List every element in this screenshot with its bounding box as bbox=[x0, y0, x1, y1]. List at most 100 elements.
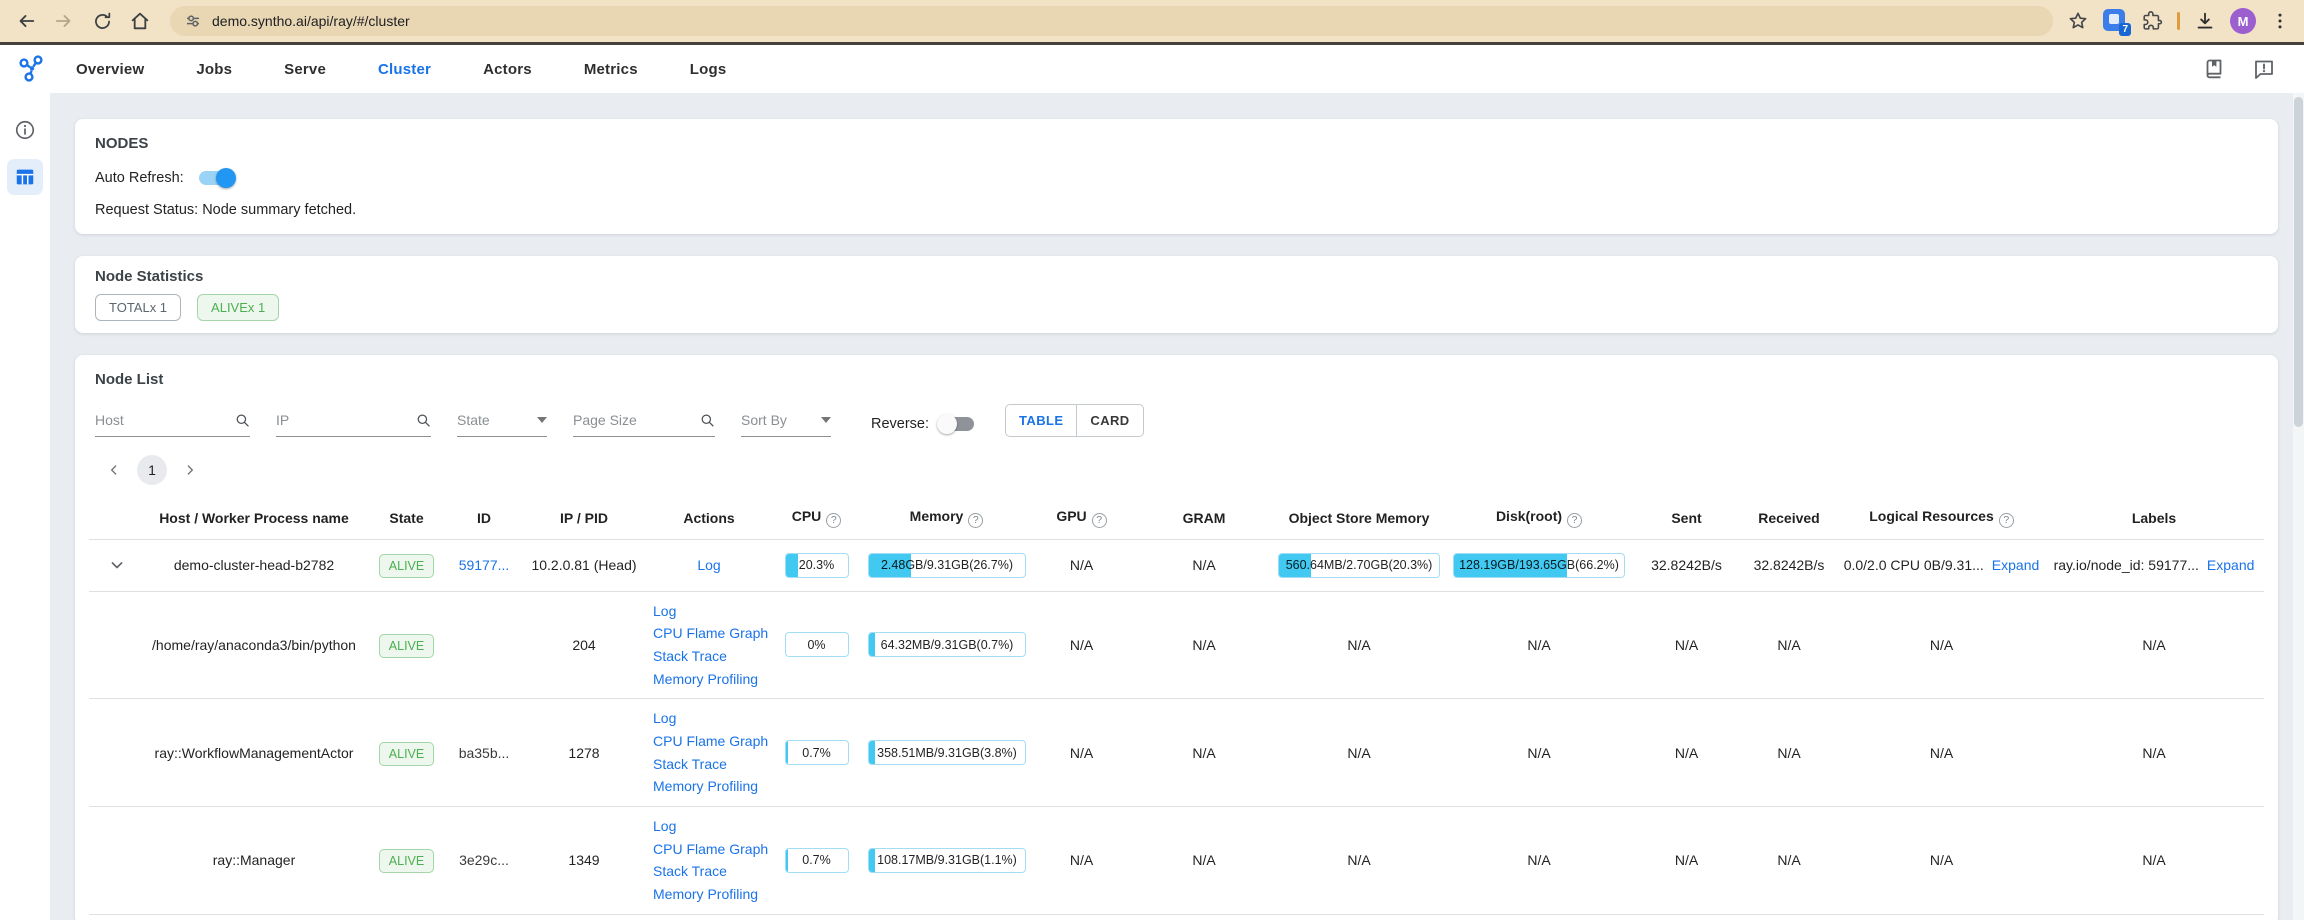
memory-profiling-link[interactable]: Memory Profiling bbox=[653, 883, 768, 906]
object-store-value: N/A bbox=[1274, 591, 1444, 699]
total-count-chip: TOTALx 1 bbox=[95, 294, 181, 321]
cpu-flame-graph-link[interactable]: CPU Flame Graph bbox=[653, 838, 768, 861]
url-text[interactable]: demo.syntho.ai/api/ray/#/cluster bbox=[212, 13, 410, 29]
page-scrollbar[interactable] bbox=[2293, 93, 2304, 920]
log-link[interactable]: Log bbox=[653, 815, 768, 838]
info-icon[interactable] bbox=[14, 119, 36, 141]
browser-menu-icon[interactable] bbox=[2270, 11, 2290, 31]
col-gpu: GPU? bbox=[1029, 497, 1134, 539]
privacy-extension-button[interactable]: 7 bbox=[2103, 9, 2127, 33]
node-name: /home/ray/anaconda3/bin/python bbox=[144, 591, 364, 699]
reverse-toggle[interactable] bbox=[937, 413, 977, 435]
col-id: ID bbox=[449, 497, 519, 539]
memory-profiling-link[interactable]: Memory Profiling bbox=[653, 668, 768, 691]
logical-resources-value: N/A bbox=[1839, 806, 2044, 914]
col-sent: Sent bbox=[1634, 497, 1739, 539]
navbar-right bbox=[2202, 57, 2276, 81]
log-link[interactable]: Log bbox=[653, 600, 768, 623]
nav-item-metrics[interactable]: Metrics bbox=[584, 61, 638, 78]
home-button[interactable] bbox=[124, 5, 156, 37]
sidebar-item-node-table[interactable] bbox=[7, 159, 43, 195]
sent-value: 32.8242B/s bbox=[1634, 539, 1739, 591]
app-navbar: Overview Jobs Serve Cluster Actors Metri… bbox=[0, 45, 2304, 93]
state-badge: ALIVE bbox=[379, 554, 434, 578]
table-view-button[interactable]: TABLE bbox=[1006, 405, 1077, 436]
alive-count-chip: ALIVEx 1 bbox=[197, 294, 279, 321]
docs-book-icon[interactable] bbox=[2202, 57, 2226, 81]
stack-trace-link[interactable]: Stack Trace bbox=[653, 753, 768, 776]
nav-item-jobs[interactable]: Jobs bbox=[196, 61, 232, 78]
gpu-value: N/A bbox=[1029, 699, 1134, 807]
object-store-value: N/A bbox=[1274, 699, 1444, 807]
nav-item-serve[interactable]: Serve bbox=[284, 61, 326, 78]
expand-link[interactable]: Expand bbox=[2207, 557, 2254, 573]
reload-button[interactable] bbox=[86, 5, 118, 37]
col-state: State bbox=[364, 497, 449, 539]
site-info-icon[interactable] bbox=[184, 12, 202, 30]
pagination-next-button[interactable] bbox=[177, 457, 203, 483]
col-labels: Labels bbox=[2044, 497, 2264, 539]
page-size-input[interactable] bbox=[573, 412, 700, 428]
forward-button[interactable] bbox=[48, 5, 80, 37]
table-header-row: Host / Worker Process name State ID IP /… bbox=[89, 497, 2264, 539]
bookmark-star-icon[interactable] bbox=[2067, 10, 2089, 32]
sent-value: N/A bbox=[1634, 699, 1739, 807]
node-id: 3e29c... bbox=[449, 806, 519, 914]
stack-trace-link[interactable]: Stack Trace bbox=[653, 645, 768, 668]
ip-filter-input[interactable] bbox=[276, 412, 416, 428]
cpu-flame-graph-link[interactable]: CPU Flame Graph bbox=[653, 622, 768, 645]
memory-usage-bar: 2.48GB/9.31GB(26.7%) bbox=[868, 553, 1026, 578]
cpu-flame-graph-link[interactable]: CPU Flame Graph bbox=[653, 730, 768, 753]
node-pid: 204 bbox=[519, 591, 649, 699]
back-button[interactable] bbox=[10, 5, 42, 37]
labels-value: ray.io/node_id: 59177... bbox=[2054, 557, 2199, 573]
ray-logo-icon[interactable] bbox=[16, 52, 50, 86]
address-bar[interactable]: demo.syntho.ai/api/ray/#/cluster bbox=[170, 6, 2053, 36]
disk-value: N/A bbox=[1444, 591, 1634, 699]
page-size-filter bbox=[573, 407, 715, 437]
state-select[interactable]: State bbox=[457, 407, 547, 437]
help-icon[interactable]: ? bbox=[1092, 513, 1107, 528]
host-filter-input[interactable] bbox=[95, 412, 235, 428]
sent-value: N/A bbox=[1634, 806, 1739, 914]
state-badge: ALIVE bbox=[379, 634, 434, 658]
help-icon[interactable]: ? bbox=[1567, 513, 1582, 528]
auto-refresh-toggle[interactable] bbox=[196, 167, 236, 189]
log-link[interactable]: Log bbox=[697, 554, 720, 577]
expand-link[interactable]: Expand bbox=[1992, 557, 2039, 573]
log-link[interactable]: Log bbox=[653, 707, 768, 730]
help-icon[interactable]: ? bbox=[1999, 513, 2014, 528]
col-ip-pid: IP / PID bbox=[519, 497, 649, 539]
nav-item-cluster[interactable]: Cluster bbox=[378, 61, 431, 78]
help-icon[interactable]: ? bbox=[826, 513, 841, 528]
page-scrollbar-thumb[interactable] bbox=[2294, 97, 2303, 427]
profile-avatar[interactable]: M bbox=[2230, 8, 2256, 34]
download-icon[interactable] bbox=[2194, 10, 2216, 32]
extensions-puzzle-icon[interactable] bbox=[2141, 10, 2163, 32]
search-icon bbox=[235, 412, 250, 429]
node-name: ray::WorkflowManagementActor bbox=[144, 699, 364, 807]
gram-value: N/A bbox=[1134, 699, 1274, 807]
memory-profiling-link[interactable]: Memory Profiling bbox=[653, 775, 768, 798]
disk-value: N/A bbox=[1444, 806, 1634, 914]
logical-resources-value: N/A bbox=[1839, 699, 2044, 807]
expand-row-chevron-icon[interactable] bbox=[107, 555, 127, 575]
nav-items: Overview Jobs Serve Cluster Actors Metri… bbox=[76, 61, 726, 78]
nav-item-logs[interactable]: Logs bbox=[690, 61, 727, 78]
help-icon[interactable]: ? bbox=[968, 513, 983, 528]
pagination-page-button[interactable]: 1 bbox=[137, 455, 167, 485]
received-value: N/A bbox=[1739, 591, 1839, 699]
sort-by-select[interactable]: Sort By bbox=[741, 407, 831, 437]
feedback-icon[interactable] bbox=[2252, 57, 2276, 81]
stack-trace-link[interactable]: Stack Trace bbox=[653, 860, 768, 883]
gram-value: N/A bbox=[1134, 591, 1274, 699]
nav-item-overview[interactable]: Overview bbox=[76, 61, 144, 78]
nodes-panel-title: NODES bbox=[95, 135, 2258, 152]
col-expand bbox=[89, 497, 144, 539]
card-view-button[interactable]: CARD bbox=[1077, 405, 1142, 436]
memory-usage-bar: 358.51MB/9.31GB(3.8%) bbox=[868, 740, 1026, 765]
nav-item-actors[interactable]: Actors bbox=[483, 61, 532, 78]
table-row: demo-cluster-head-b2782 ALIVE 59177... 1… bbox=[89, 539, 2264, 591]
node-id-link[interactable]: 59177... bbox=[459, 557, 510, 573]
pagination-prev-button[interactable] bbox=[101, 457, 127, 483]
